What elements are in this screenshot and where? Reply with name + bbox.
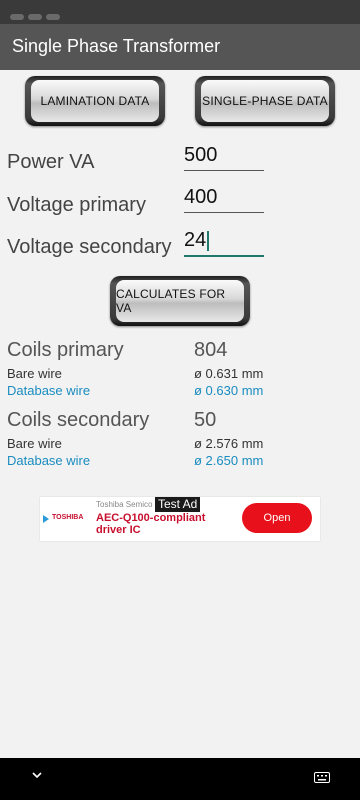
voltage-secondary-value: 24	[184, 229, 207, 251]
voltage-primary-value: 400	[184, 186, 218, 208]
secondary-database-wire-value: ø 2.650 mm	[194, 453, 264, 468]
navigation-bar	[0, 758, 360, 800]
power-field[interactable]: 500	[184, 142, 264, 171]
coils-secondary-label: Coils secondary	[7, 409, 150, 431]
ad-headline: AEC-Q100-compliant driver IC	[96, 512, 206, 536]
app-bar: Single Phase Transformer	[0, 24, 360, 70]
single-phase-data-button[interactable]: SINGLE-PHASE DATA	[201, 80, 329, 122]
secondary-database-wire-label: Database wire	[7, 453, 91, 468]
voltage-primary-label: Voltage primary	[7, 194, 146, 216]
secondary-bare-wire-value: ø 2.576 mm	[194, 436, 264, 451]
primary-database-wire-label: Database wire	[7, 383, 91, 398]
lamination-data-button-frame: LAMINATION DATA	[25, 76, 165, 126]
voltage-secondary-field[interactable]: 24	[184, 227, 264, 257]
primary-bare-wire-label: Bare wire	[7, 366, 62, 381]
lamination-data-button[interactable]: LAMINATION DATA	[31, 80, 159, 122]
ad-brand-logo: TOSHIBA	[52, 514, 84, 521]
single-phase-data-button-frame: SINGLE-PHASE DATA	[195, 76, 335, 126]
secondary-bare-wire-label: Bare wire	[7, 436, 62, 451]
test-ad-badge: Test Ad	[155, 497, 201, 512]
power-value: 500	[184, 144, 218, 166]
coils-primary-label: Coils primary	[7, 339, 124, 361]
ad-banner[interactable]: TOSHIBA Toshiba Semico AEC-Q100-complian…	[40, 497, 320, 541]
calculate-button[interactable]: CALCULATES FOR VA	[116, 280, 244, 322]
primary-bare-wire-value: ø 0.631 mm	[194, 366, 264, 381]
app-title: Single Phase Transformer	[12, 36, 221, 56]
coils-secondary-value: 50	[194, 409, 217, 431]
status-icons	[10, 7, 70, 20]
coils-primary-value: 804	[194, 339, 228, 361]
voltage-secondary-label: Voltage secondary	[7, 236, 172, 258]
power-label: Power VA	[7, 151, 95, 173]
ad-sponsor: Toshiba Semico	[96, 500, 153, 509]
keyboard-icon[interactable]	[314, 772, 330, 783]
ad-open-button[interactable]: Open	[242, 503, 312, 533]
calculate-button-frame: CALCULATES FOR VA	[110, 276, 250, 326]
voltage-primary-field[interactable]: 400	[184, 184, 264, 213]
status-bar	[0, 0, 360, 24]
primary-database-wire-value: ø 0.630 mm	[194, 383, 264, 398]
play-triangle-icon[interactable]	[43, 515, 49, 523]
text-cursor	[207, 231, 209, 251]
chevron-down-icon[interactable]	[32, 770, 42, 780]
